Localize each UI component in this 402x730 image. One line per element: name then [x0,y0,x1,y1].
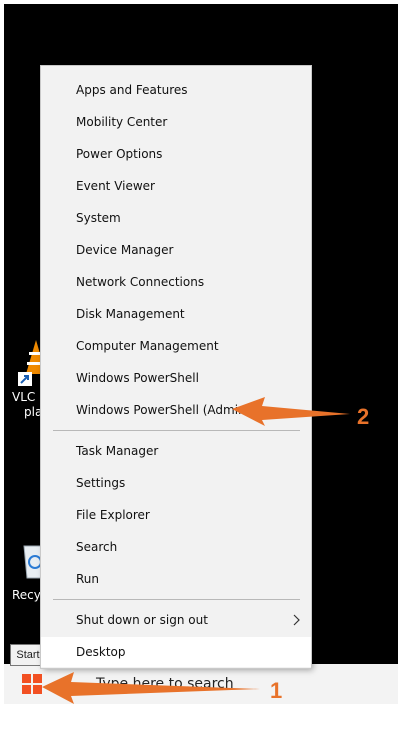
menu-item-network-connections[interactable]: Network Connections [41,267,311,297]
menu-item-system[interactable]: System [41,203,311,233]
menu-item-label: File Explorer [76,508,150,522]
menu-item-label: Apps and Features [76,83,188,97]
menu-item-search[interactable]: Search [41,532,311,562]
menu-item-label: Windows PowerShell (Admin) [76,403,251,417]
menu-item-device-manager[interactable]: Device Manager [41,235,311,265]
menu-item-disk-management[interactable]: Disk Management [41,299,311,329]
menu-item-label: System [76,211,121,225]
shortcut-arrow-icon [18,372,32,386]
menu-item-settings[interactable]: Settings [41,468,311,498]
menu-item-label: Shut down or sign out [76,613,208,627]
menu-item-label: Event Viewer [76,179,155,193]
menu-item-file-explorer[interactable]: File Explorer [41,500,311,530]
taskbar-search-box[interactable]: Type here to search [96,676,234,692]
menu-item-run[interactable]: Run [41,564,311,594]
winx-context-menu: Apps and Features Mobility Center Power … [41,66,311,668]
menu-item-power-options[interactable]: Power Options [41,139,311,169]
menu-item-computer-management[interactable]: Computer Management [41,331,311,361]
menu-item-label: Task Manager [76,444,159,458]
annotation-label-2: 2 [357,404,370,429]
menu-item-label: Power Options [76,147,163,161]
start-button[interactable] [10,666,54,702]
menu-item-label: Settings [76,476,126,490]
taskbar: Type here to search [4,664,398,704]
menu-item-windows-powershell[interactable]: Windows PowerShell [41,363,311,393]
windows-logo-icon [22,674,42,694]
menu-item-task-manager[interactable]: Task Manager [41,436,311,466]
menu-item-event-viewer[interactable]: Event Viewer [41,171,311,201]
menu-item-label: Mobility Center [76,115,168,129]
menu-item-shut-down-or-sign-out[interactable]: Shut down or sign out [41,605,311,635]
menu-item-label: Disk Management [76,307,185,321]
menu-item-mobility-center[interactable]: Mobility Center [41,107,311,137]
menu-separator [53,599,300,600]
menu-item-label: Desktop [76,645,126,659]
menu-item-label: Search [76,540,118,554]
menu-separator [53,430,300,431]
menu-item-windows-powershell-admin[interactable]: Windows PowerShell (Admin) [41,395,311,425]
desktop-icon-label: pla [24,405,43,419]
menu-item-label: Run [76,572,100,586]
menu-item-label: Network Connections [76,275,205,289]
menu-item-apps-and-features[interactable]: Apps and Features [41,75,311,105]
menu-item-label: Windows PowerShell [76,371,199,385]
chevron-right-icon [293,614,300,626]
menu-item-label: Device Manager [76,243,174,257]
annotation-label-1: 1 [270,678,283,703]
menu-item-label: Computer Management [76,339,219,353]
menu-item-desktop[interactable]: Desktop [41,637,311,667]
